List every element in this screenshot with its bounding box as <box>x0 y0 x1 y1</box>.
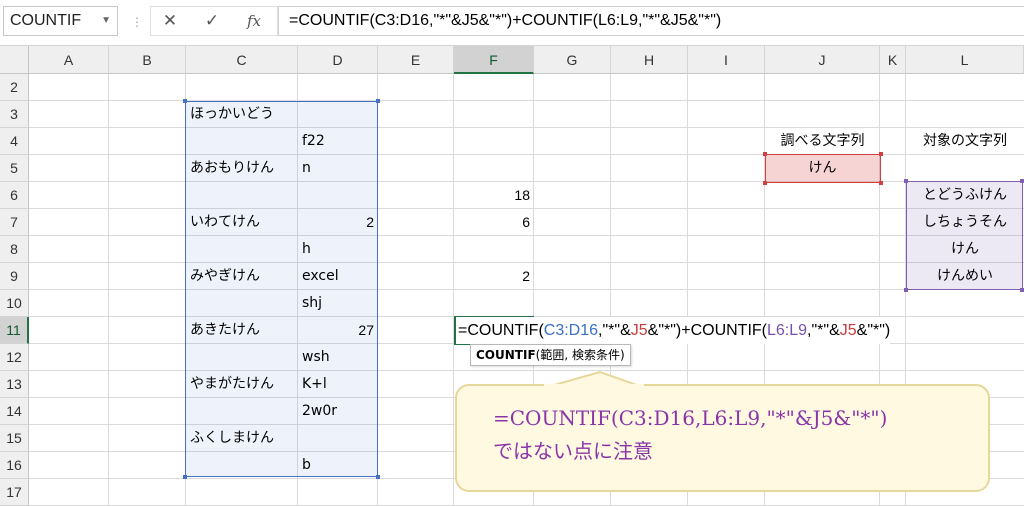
column-header-d[interactable]: D <box>298 46 378 74</box>
formula-token: =COUNTIF( <box>458 322 544 339</box>
cell-d5[interactable]: n <box>298 155 378 182</box>
cell-d13[interactable]: K+l <box>298 371 378 398</box>
cell-d4[interactable]: f22 <box>298 128 378 155</box>
formula-input[interactable]: =COUNTIF(C3:D16,"*"&J5&"*")+COUNTIF(L6:L… <box>278 6 1024 36</box>
grid-line <box>29 100 1024 101</box>
row-header-17[interactable]: 17 <box>0 479 29 506</box>
column-header-g[interactable]: G <box>534 46 611 74</box>
column-header-b[interactable]: B <box>109 46 186 74</box>
cell-d14[interactable]: 2w0r <box>298 398 378 425</box>
callout-line-1: =COUNTIF(C3:D16,L6:L9,"*"&J5&"*") <box>493 406 888 430</box>
row-header-13[interactable]: 13 <box>0 371 29 398</box>
column-header-l[interactable]: L <box>906 46 1024 74</box>
range-handle[interactable] <box>183 475 187 479</box>
column-header-i[interactable]: I <box>688 46 765 74</box>
cell-c5[interactable]: あおもりけん <box>186 155 298 182</box>
cell-d16[interactable]: b <box>298 452 378 479</box>
enter-icon[interactable]: ✓ <box>197 7 227 35</box>
formula-token: J5 <box>630 322 648 339</box>
name-box-value: COUNTIF <box>10 12 82 29</box>
cell-l7[interactable]: しちょうそん <box>906 209 1024 236</box>
formula-token: C3:D16 <box>543 322 599 339</box>
cell-c15[interactable]: ふくしまけん <box>186 425 298 452</box>
row-header-9[interactable]: 9 <box>0 263 29 290</box>
row-header-16[interactable]: 16 <box>0 452 29 479</box>
row-header-7[interactable]: 7 <box>0 209 29 236</box>
cell-j5[interactable]: けん <box>765 155 880 182</box>
row-header-14[interactable]: 14 <box>0 398 29 425</box>
row-header-11[interactable]: 11 <box>0 317 29 344</box>
row-header-3[interactable]: 3 <box>0 101 29 128</box>
row-header-10[interactable]: 10 <box>0 290 29 317</box>
cell-c11[interactable]: あきたけん <box>186 317 298 344</box>
cell-d8[interactable]: h <box>298 236 378 263</box>
column-header-a[interactable]: A <box>29 46 109 74</box>
callout-note: =COUNTIF(C3:D16,L6:L9,"*"&J5&"*") ではない点に… <box>455 384 990 492</box>
cell-edit-formula[interactable]: =COUNTIF(C3:D16,"*"&J5&"*")+COUNTIF(L6:L… <box>456 317 891 344</box>
column-header-f[interactable]: F <box>454 46 534 74</box>
cell-l9[interactable]: けんめい <box>906 263 1024 290</box>
cell-l8[interactable]: けん <box>906 236 1024 263</box>
row-header-6[interactable]: 6 <box>0 182 29 209</box>
range-handle[interactable] <box>376 99 380 103</box>
tooltip-function-name[interactable]: COUNTIF <box>476 348 536 362</box>
column-header-j[interactable]: J <box>765 46 880 74</box>
cell-l4[interactable]: 対象の文字列 <box>906 128 1024 155</box>
insert-function-icon[interactable]: fx <box>239 7 269 35</box>
callout-line-2: ではない点に注意 <box>493 439 653 463</box>
cell-c3[interactable]: ほっかいどう <box>186 101 298 128</box>
row-header-4[interactable]: 4 <box>0 128 29 155</box>
cell-f7[interactable]: 6 <box>454 209 534 236</box>
name-box[interactable]: COUNTIF ▼ <box>3 6 118 36</box>
formula-bar-buttons: ✕ ✓ fx <box>150 6 278 36</box>
tooltip-args: (範囲, 検索条件) <box>535 348 625 362</box>
cell-f9[interactable]: 2 <box>454 263 534 290</box>
formula-token: L6:L9 <box>767 322 808 339</box>
column-header-k[interactable]: K <box>880 46 906 74</box>
cell-c7[interactable]: いわてけん <box>186 209 298 236</box>
function-tooltip: COUNTIF(範囲, 検索条件) <box>470 344 631 366</box>
callout-tail-cover <box>544 384 644 388</box>
formula-token: &"*") <box>856 322 891 339</box>
column-header-e[interactable]: E <box>378 46 454 74</box>
cell-d7[interactable]: 2 <box>298 209 378 236</box>
cell-d10[interactable]: shj <box>298 290 378 317</box>
row-header-5[interactable]: 5 <box>0 155 29 182</box>
cell-d9[interactable]: excel <box>298 263 378 290</box>
row-header-15[interactable]: 15 <box>0 425 29 452</box>
cell-d11[interactable]: 27 <box>298 317 378 344</box>
cell-d12[interactable]: wsh <box>298 344 378 371</box>
row-header-8[interactable]: 8 <box>0 236 29 263</box>
formula-token: ,"*"& <box>807 322 840 339</box>
cell-c13[interactable]: やまがたけん <box>186 371 298 398</box>
row-header-12[interactable]: 12 <box>0 344 29 371</box>
select-all-corner[interactable] <box>0 46 29 74</box>
callout-text: =COUNTIF(C3:D16,L6:L9,"*"&J5&"*") ではない点に… <box>493 402 887 468</box>
formula-bar: COUNTIF ▼ ⋮ ✕ ✓ fx =COUNTIF(C3:D16,"*"&J… <box>0 0 1024 46</box>
formula-token: &"*")+COUNTIF( <box>647 322 767 339</box>
grid-line <box>29 370 1024 371</box>
cell-c9[interactable]: みやぎけん <box>186 263 298 290</box>
column-header-c[interactable]: C <box>186 46 298 74</box>
cancel-icon[interactable]: ✕ <box>155 7 185 35</box>
column-header-h[interactable]: H <box>611 46 688 74</box>
cell-f6[interactable]: 18 <box>454 182 534 209</box>
cell-l6[interactable]: とどうふけん <box>906 182 1024 209</box>
chevron-down-icon[interactable]: ▼ <box>101 7 111 35</box>
separator-dots-icon: ⋮ <box>131 15 143 29</box>
row-header-2[interactable]: 2 <box>0 74 29 101</box>
formula-token: J5 <box>839 322 857 339</box>
formula-token: ,"*"& <box>598 322 631 339</box>
cell-j4[interactable]: 調べる文字列 <box>765 128 880 155</box>
